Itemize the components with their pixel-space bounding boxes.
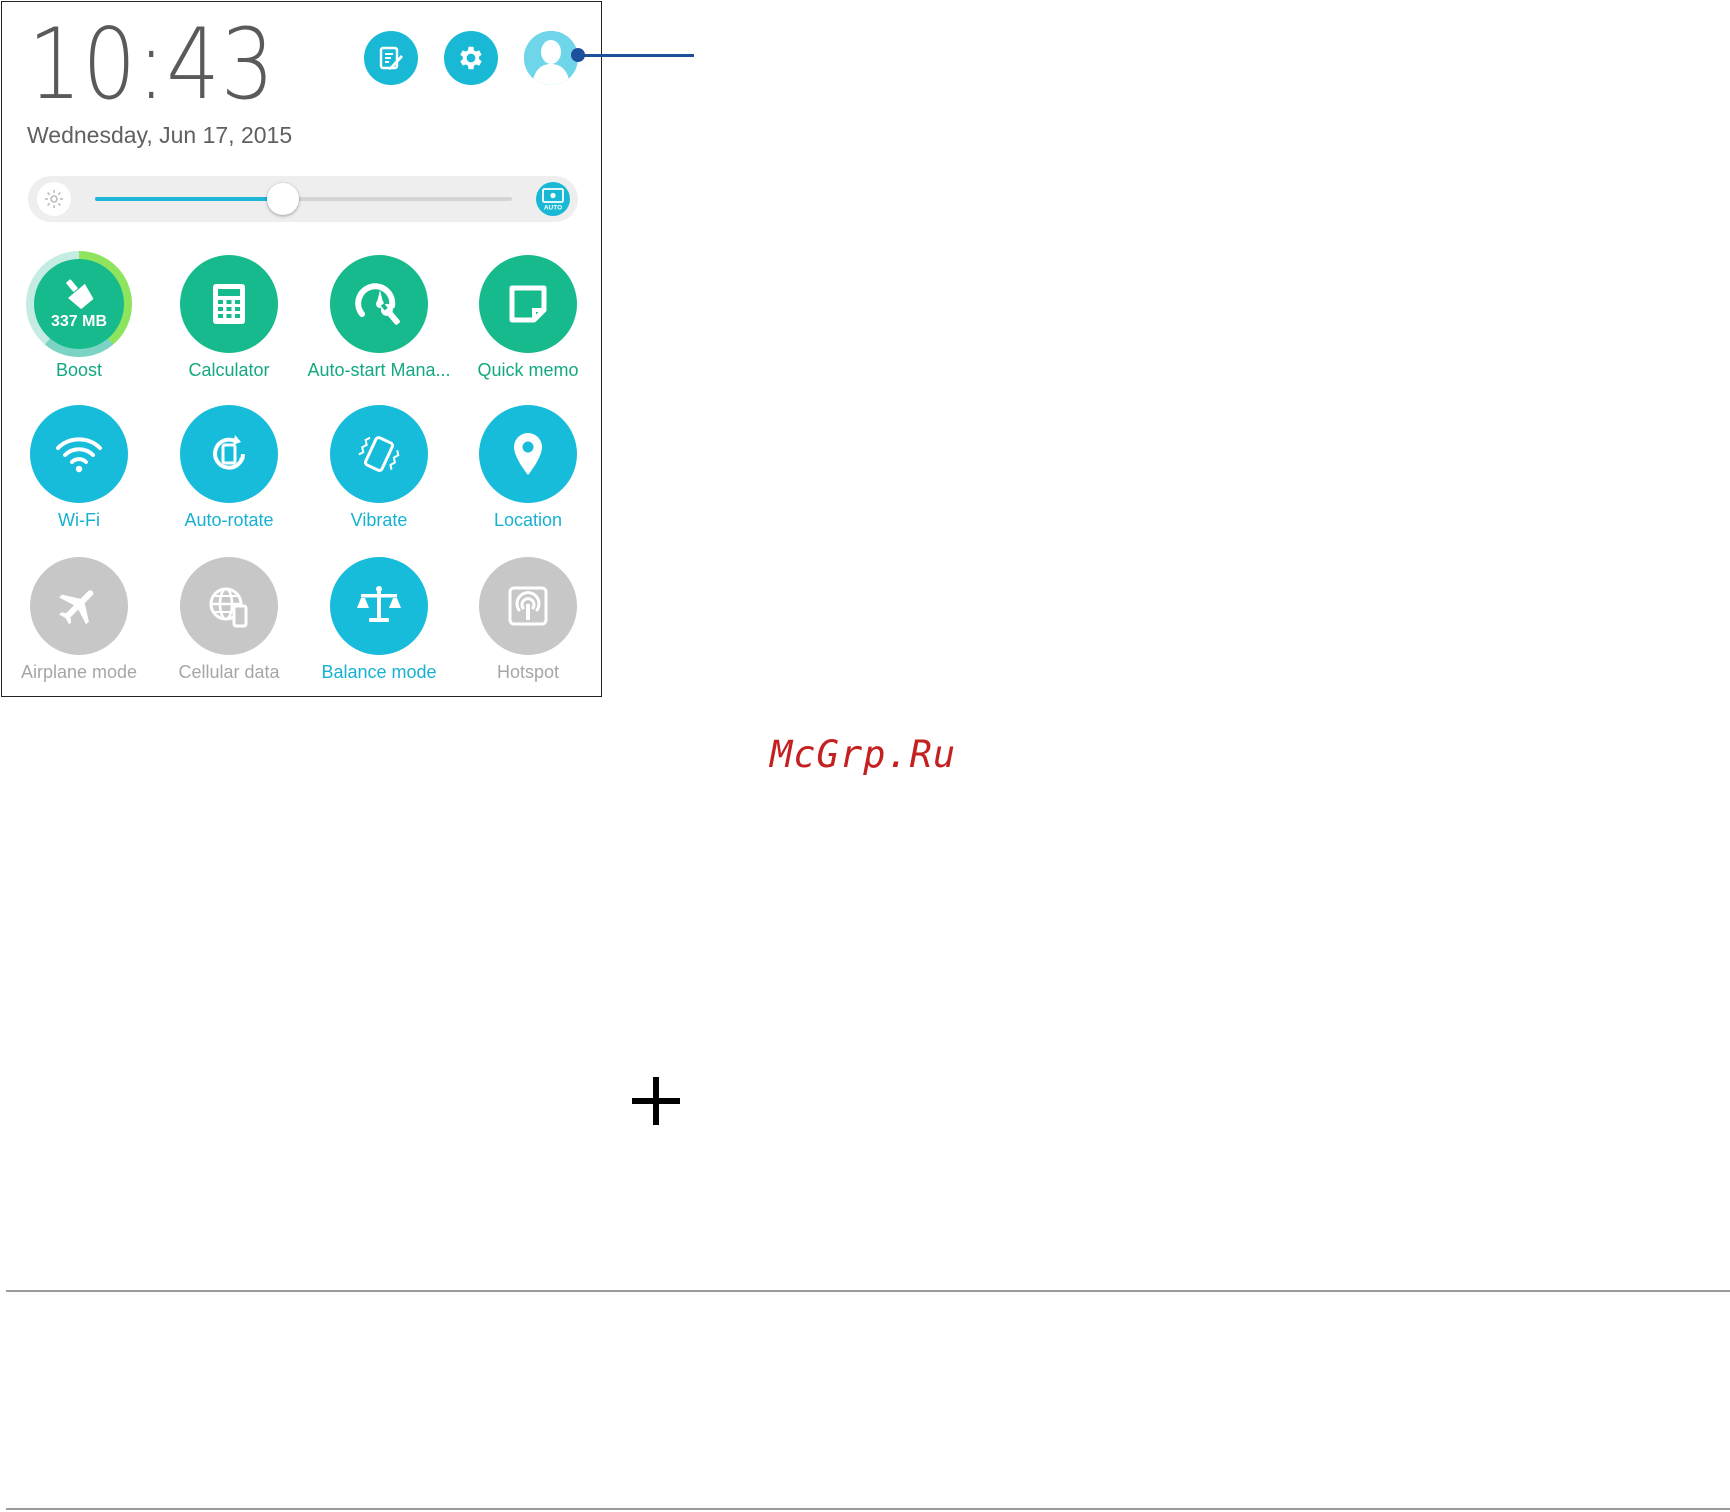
clock-date: Wednesday, Jun 17, 2015: [27, 122, 293, 148]
tile-hotspot-label: Hotspot: [496, 662, 560, 682]
wifi-circle: [30, 405, 128, 503]
plus-icon: [632, 1077, 680, 1125]
callout-dot: [571, 48, 585, 62]
tile-vibrate-label: Vibrate: [350, 510, 408, 530]
brightness-slider[interactable]: AUTO: [28, 176, 578, 222]
sun-icon: [37, 182, 71, 216]
tile-boost-label: Boost: [55, 360, 103, 380]
boost-circle: 337 MB: [34, 259, 124, 349]
gauge-wrench-icon: [355, 283, 400, 325]
quick-settings-edit-icon: [379, 46, 403, 70]
user-profile-button[interactable]: [524, 31, 578, 85]
balance-scale-icon: [357, 586, 401, 622]
auto-rotate-icon: [213, 435, 245, 470]
tile-auto-start-label: Auto-start Mana...: [307, 360, 451, 380]
tile-auto-start-manager[interactable]: Auto-start Mana...: [304, 255, 454, 395]
tile-hotspot[interactable]: Hotspot: [453, 557, 603, 697]
callout-line: [578, 54, 694, 57]
settings-button[interactable]: [444, 31, 498, 85]
vibrate-icon: [358, 436, 400, 472]
tile-calculator-label: Calculator: [188, 360, 270, 380]
tile-auto-rotate[interactable]: Auto-rotate: [154, 405, 304, 545]
boost-memory-value: 337 MB: [50, 313, 108, 330]
tile-boost[interactable]: 337 MB Boost: [4, 251, 154, 395]
hotspot-icon: [508, 586, 548, 626]
tile-wifi[interactable]: Wi-Fi: [4, 405, 154, 545]
quick-settings-edit-button[interactable]: [364, 31, 418, 85]
tile-cellular-data[interactable]: Cellular data: [154, 557, 304, 697]
auto-start-circle: [330, 255, 428, 353]
wifi-icon: [56, 437, 102, 473]
location-pin-icon: [514, 433, 542, 475]
auto-label: AUTO: [544, 205, 562, 212]
globe-phone-icon: [209, 587, 248, 628]
tile-location[interactable]: Location: [453, 405, 603, 545]
quick-settings-panel: 10:43 Wednesday, Jun 17, 2015 AUTO 337 M…: [1, 1, 602, 697]
hotspot-circle: [479, 557, 577, 655]
brightness-fill: [95, 197, 283, 201]
tile-quick-memo-label: Quick memo: [477, 360, 579, 380]
tile-vibrate[interactable]: Vibrate: [304, 405, 454, 545]
tile-calculator[interactable]: Calculator: [154, 255, 304, 395]
gear-icon: [460, 46, 482, 70]
calculator-circle: [180, 255, 278, 353]
quick-memo-circle: [479, 255, 577, 353]
cellular-circle: [180, 557, 278, 655]
auto-brightness-button[interactable]: AUTO: [536, 182, 570, 216]
tile-balance-label: Balance mode: [321, 662, 437, 682]
auto-rotate-circle: [180, 405, 278, 503]
balance-circle: [330, 557, 428, 655]
auto-brightness-icon: AUTO: [542, 188, 564, 212]
broom-icon: [66, 279, 94, 310]
memo-icon: [509, 285, 547, 323]
divider-top: [6, 1290, 1730, 1292]
tile-auto-rotate-label: Auto-rotate: [184, 510, 274, 530]
divider-bottom: [6, 1508, 1730, 1510]
tile-location-label: Location: [493, 510, 563, 530]
airplane-icon: [59, 590, 94, 625]
clock-time: 10:43: [28, 8, 276, 122]
tile-balance-mode[interactable]: Balance mode: [304, 557, 454, 697]
watermark: McGrp.Ru: [770, 733, 957, 776]
tile-airplane-mode[interactable]: Airplane mode: [4, 557, 154, 697]
brightness-thumb[interactable]: [266, 183, 299, 215]
airplane-circle: [30, 557, 128, 655]
tile-airplane-label: Airplane mode: [20, 662, 138, 682]
tile-quick-memo[interactable]: Quick memo: [453, 255, 603, 395]
tile-wifi-label: Wi-Fi: [58, 510, 100, 530]
brightness-track[interactable]: [95, 197, 512, 201]
calculator-icon: [213, 284, 245, 324]
user-avatar-icon: [524, 31, 578, 85]
location-circle: [479, 405, 577, 503]
vibrate-circle: [330, 405, 428, 503]
tile-cellular-label: Cellular data: [178, 662, 280, 682]
